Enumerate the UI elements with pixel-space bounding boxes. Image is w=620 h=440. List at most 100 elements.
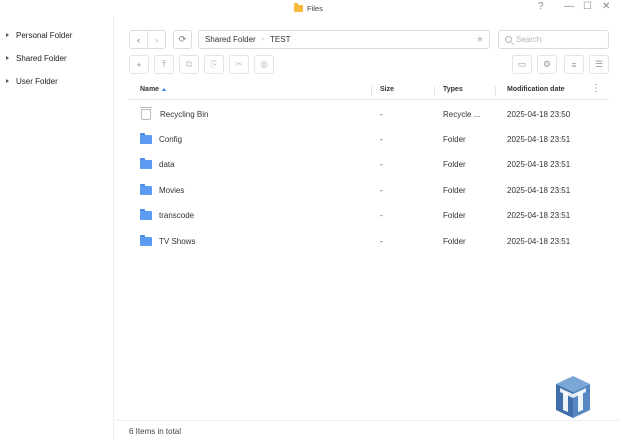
sidebar: Personal Folder Shared Folder User Folde… bbox=[0, 16, 114, 440]
file-type: Folder bbox=[443, 237, 466, 246]
main-panel: ‹ › ⟳ Shared Folder › TEST ★ + ⤒ ⧉ ⎘ ✂ ◍… bbox=[115, 16, 620, 440]
upload-icon: ⤒ bbox=[162, 59, 166, 69]
paste-button[interactable]: ⎘ bbox=[204, 55, 224, 74]
table-row[interactable]: TV Shows - Folder 2025-04-18 23:51 bbox=[129, 229, 609, 254]
sort-ascending-icon bbox=[162, 88, 167, 91]
folder-icon bbox=[140, 158, 152, 169]
file-name: Movies bbox=[159, 186, 185, 195]
search-input[interactable] bbox=[516, 35, 596, 44]
watermark-logo bbox=[556, 376, 590, 418]
scissors-icon: ✂ bbox=[235, 59, 243, 69]
column-header-types[interactable]: Types bbox=[443, 86, 463, 93]
upload-button[interactable]: ⤒ bbox=[154, 55, 174, 74]
file-type: Folder bbox=[443, 211, 466, 220]
window-title: Files bbox=[294, 2, 323, 14]
column-header-name[interactable]: Name bbox=[140, 86, 167, 93]
close-icon[interactable]: ✕ bbox=[602, 1, 610, 13]
item-count: 6 Items in total bbox=[129, 427, 182, 436]
plus-icon: + bbox=[136, 59, 142, 70]
sidebar-item-label: User Folder bbox=[16, 76, 58, 86]
sidebar-item-personal-folder[interactable]: Personal Folder bbox=[6, 28, 72, 42]
file-name: Config bbox=[159, 135, 183, 144]
more-options-icon[interactable]: ⋮ bbox=[591, 84, 601, 94]
compress-button[interactable]: ◍ bbox=[254, 55, 274, 74]
file-size: - bbox=[380, 160, 383, 169]
table-header: Name Size Types Modification date ⋮ bbox=[129, 82, 609, 100]
table-row[interactable]: transcode - Folder 2025-04-18 23:51 bbox=[129, 203, 609, 228]
folder-icon bbox=[140, 235, 152, 246]
file-size: - bbox=[380, 237, 383, 246]
view-mode-button[interactable]: ▭ bbox=[512, 55, 532, 74]
favorite-star-icon[interactable]: ★ bbox=[476, 34, 484, 45]
file-type: Folder bbox=[443, 186, 466, 195]
sort-icon: ≡ bbox=[571, 59, 577, 70]
expand-arrow-icon[interactable] bbox=[6, 56, 9, 60]
nav-buttons: ‹ › bbox=[129, 30, 166, 49]
breadcrumb-root[interactable]: Shared Folder bbox=[205, 35, 256, 44]
files-app-icon bbox=[294, 2, 303, 12]
sidebar-item-shared-folder[interactable]: Shared Folder bbox=[6, 51, 67, 65]
file-name: Recycling Bin bbox=[160, 110, 209, 119]
expand-arrow-icon[interactable] bbox=[6, 79, 9, 83]
file-size: - bbox=[380, 211, 383, 220]
column-label: Name bbox=[140, 86, 160, 93]
compress-icon: ◍ bbox=[260, 59, 268, 69]
settings-button[interactable]: ⚙ bbox=[537, 55, 557, 74]
filter-button[interactable]: ☰ bbox=[589, 55, 609, 74]
table-row[interactable]: Movies - Folder 2025-04-18 23:51 bbox=[129, 178, 609, 203]
table-row[interactable]: Recycling Bin - Recycle ... 2025-04-18 2… bbox=[129, 102, 609, 127]
copy-icon: ⧉ bbox=[185, 59, 193, 69]
status-bar: 6 Items in total bbox=[115, 420, 620, 440]
sidebar-item-label: Personal Folder bbox=[16, 30, 73, 40]
column-header-modification-date[interactable]: Modification date bbox=[507, 86, 565, 93]
title-bar: Files ? — ☐ ✕ bbox=[0, 0, 620, 16]
minimize-icon[interactable]: — bbox=[564, 1, 574, 13]
column-divider[interactable] bbox=[371, 86, 372, 96]
breadcrumb-separator: › bbox=[261, 36, 265, 43]
column-divider[interactable] bbox=[434, 86, 435, 96]
sidebar-item-label: Shared Folder bbox=[16, 53, 67, 63]
file-size: - bbox=[380, 186, 383, 195]
expand-arrow-icon[interactable] bbox=[6, 33, 9, 37]
file-type: Folder bbox=[443, 135, 466, 144]
file-size: - bbox=[380, 135, 383, 144]
file-date: 2025-04-18 23:50 bbox=[507, 110, 571, 119]
folder-icon bbox=[140, 209, 152, 220]
recycle-bin-icon bbox=[140, 107, 152, 120]
file-date: 2025-04-18 23:51 bbox=[507, 160, 571, 169]
search-box[interactable] bbox=[498, 30, 609, 49]
forward-button[interactable]: › bbox=[147, 31, 165, 48]
filter-icon: ☰ bbox=[594, 59, 604, 69]
file-date: 2025-04-18 23:51 bbox=[507, 186, 571, 195]
copy-button[interactable]: ⧉ bbox=[179, 55, 199, 74]
create-button[interactable]: + bbox=[129, 55, 149, 74]
help-icon[interactable]: ? bbox=[538, 1, 544, 13]
file-date: 2025-04-18 23:51 bbox=[507, 237, 571, 246]
maximize-icon[interactable]: ☐ bbox=[583, 1, 592, 13]
view-mode-icon: ▭ bbox=[517, 59, 527, 69]
gear-icon: ⚙ bbox=[542, 59, 552, 69]
sidebar-item-user-folder[interactable]: User Folder bbox=[6, 74, 58, 88]
file-name: TV Shows bbox=[159, 237, 196, 246]
refresh-button[interactable]: ⟳ bbox=[173, 30, 192, 49]
file-size: - bbox=[380, 110, 383, 119]
table-row[interactable]: Config - Folder 2025-04-18 23:51 bbox=[129, 127, 609, 152]
table-row[interactable]: data - Folder 2025-04-18 23:51 bbox=[129, 152, 609, 177]
sort-button[interactable]: ≡ bbox=[564, 55, 584, 74]
window-title-text: Files bbox=[307, 3, 323, 13]
cut-button[interactable]: ✂ bbox=[229, 55, 249, 74]
column-header-size[interactable]: Size bbox=[380, 86, 394, 93]
file-name: transcode bbox=[159, 211, 195, 220]
file-date: 2025-04-18 23:51 bbox=[507, 135, 571, 144]
file-type: Recycle ... bbox=[443, 110, 481, 119]
search-icon bbox=[505, 36, 512, 43]
breadcrumb-current[interactable]: TEST bbox=[270, 35, 290, 44]
breadcrumb[interactable]: Shared Folder › TEST ★ bbox=[198, 30, 490, 49]
paste-icon: ⎘ bbox=[210, 59, 218, 69]
file-type: Folder bbox=[443, 160, 466, 169]
folder-icon bbox=[140, 133, 152, 144]
file-name: data bbox=[159, 160, 175, 169]
back-button[interactable]: ‹ bbox=[130, 31, 147, 48]
column-divider[interactable] bbox=[495, 86, 496, 96]
file-date: 2025-04-18 23:51 bbox=[507, 211, 571, 220]
